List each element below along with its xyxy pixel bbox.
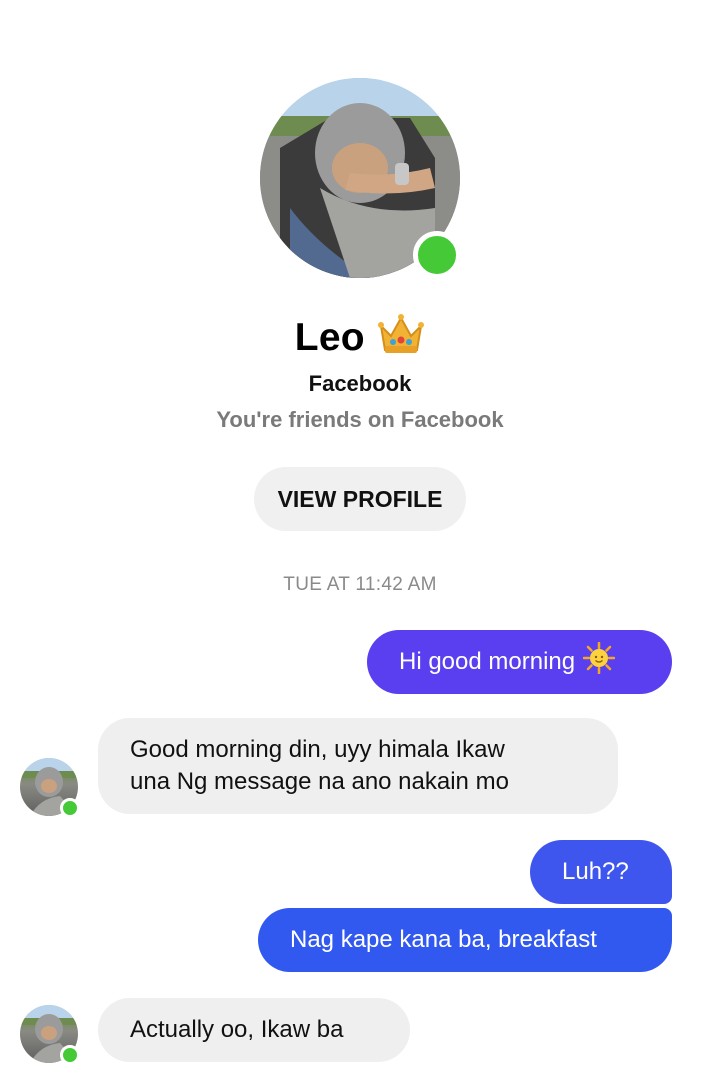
outgoing-message[interactable]: Nag kape kana ba, breakfast [258, 908, 672, 972]
message-text: Actually oo, Ikaw ba [130, 1016, 344, 1043]
sun-icon [582, 641, 616, 683]
outgoing-message[interactable]: Hi good morning [367, 630, 672, 694]
message-timestamp: TUE AT 11:42 AM [283, 574, 437, 595]
view-profile-button[interactable]: VIEW PROFILE [254, 467, 466, 531]
message-text-line: una Ng message na ano nakain mo [130, 768, 509, 795]
online-status-indicator [60, 798, 80, 818]
contact-avatar[interactable] [260, 78, 461, 279]
contact-name-row: Leo [0, 312, 720, 361]
message-text: Nag kape kana ba, breakfast [290, 926, 597, 953]
outgoing-message[interactable]: Luh?? [530, 840, 672, 904]
online-status-indicator [60, 1045, 80, 1065]
contact-avatar-small[interactable] [20, 758, 80, 818]
friendship-status: You're friends on Facebook [216, 407, 504, 432]
incoming-message[interactable]: Good morning din, uyy himala Ikaw una Ng… [98, 718, 618, 814]
crown-icon [377, 312, 425, 361]
incoming-message[interactable]: Actually oo, Ikaw ba [98, 998, 410, 1062]
contact-avatar-small[interactable] [20, 1005, 80, 1065]
message-text: Hi good morning [399, 648, 576, 675]
message-text: Luh?? [562, 858, 629, 885]
contact-name: Leo [294, 316, 365, 359]
online-status-indicator [413, 231, 461, 279]
contact-source: Facebook [308, 371, 412, 396]
message-text-line: Good morning din, uyy himala Ikaw [130, 736, 505, 763]
